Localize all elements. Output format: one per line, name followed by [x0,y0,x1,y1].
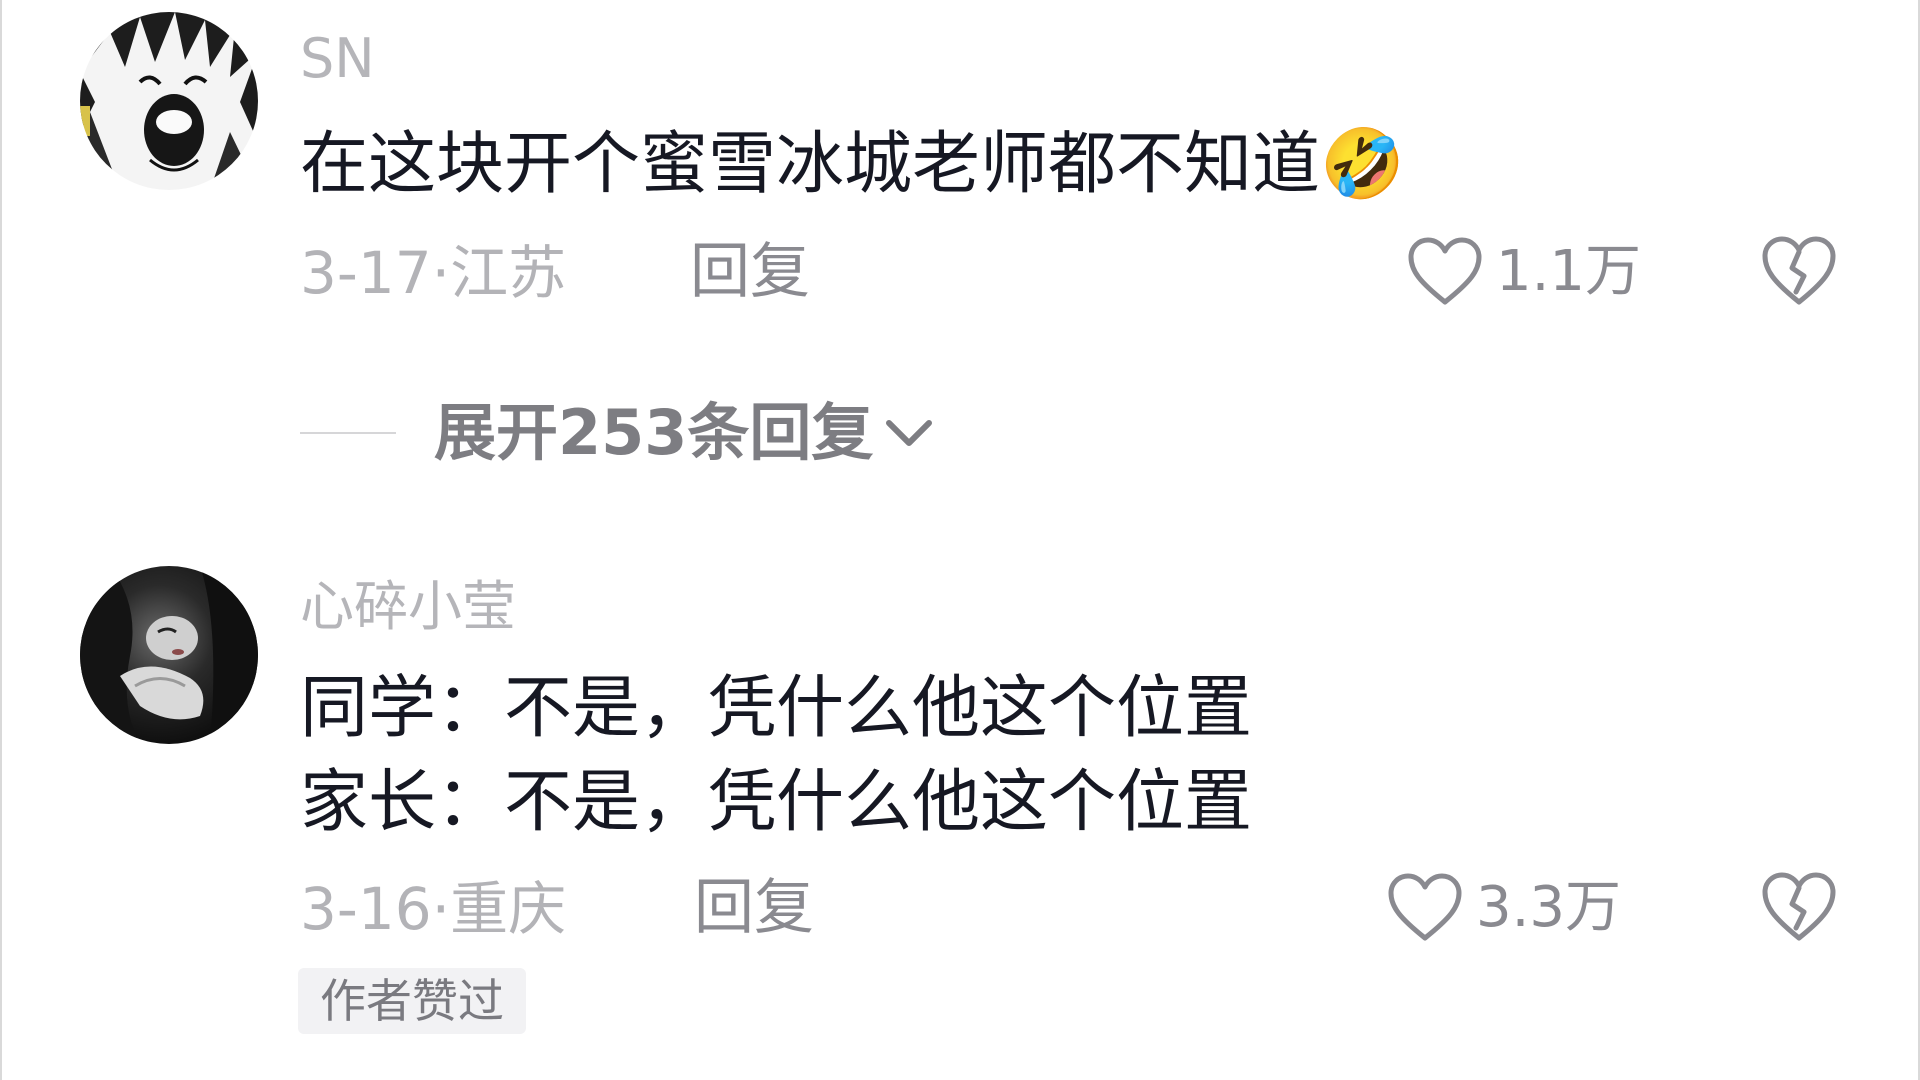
heart-icon [1388,873,1462,941]
comment-meta: 3-16·重庆 [300,880,566,938]
comment-text-line: 同学：不是，凭什么他这个位置 [300,669,1253,748]
comment-username[interactable]: 心碎小莹 [300,580,516,634]
reply-button[interactable]: 回复 [690,242,810,302]
comment-username[interactable]: SN [300,32,375,86]
comment-date: 3-17 [300,239,432,307]
meta-separator: · [431,239,451,307]
anime-screaming-avatar-icon [80,12,258,190]
comment-date: 3-16 [300,875,432,943]
comment-text-line: 家长：不是，凭什么他这个位置 [300,763,1253,842]
like-count: 3.3万 [1476,875,1622,940]
comment-meta: 3-17·江苏 [300,244,566,302]
reply-button[interactable]: 回复 [694,878,814,938]
broken-heart-icon [1762,872,1836,941]
expand-replies-label: 展开253条回复 [434,396,874,469]
like-button[interactable]: 3.3万 [1386,872,1621,944]
comments-panel: SN 在这块开个蜜雪冰城老师都不知道🤣 3-17·江苏 回复 1.1万 展开25… [0,0,1920,1080]
expand-replies-button[interactable]: 展开253条回复 [300,402,935,464]
comment-location: 江苏 [450,239,567,307]
meta-separator: · [431,875,451,943]
comment-text: 同学：不是，凭什么他这个位置 家长：不是，凭什么他这个位置 [300,662,1252,850]
chevron-down-icon [886,420,933,446]
like-button[interactable]: 1.1万 [1406,236,1641,308]
dislike-button[interactable] [1760,868,1838,946]
expand-divider [300,432,396,434]
heart-icon [1408,237,1482,305]
comment-text: 在这块开个蜜雪冰城老师都不知道🤣 [300,118,1405,212]
like-count: 1.1万 [1496,239,1642,304]
broken-heart-icon [1762,236,1836,305]
user-avatar[interactable] [80,566,258,744]
dark-photo-avatar-icon [80,566,258,744]
comment-location: 重庆 [450,875,567,943]
user-avatar[interactable] [80,12,258,190]
dislike-button[interactable] [1760,232,1838,310]
comment-text-line: 在这块开个蜜雪冰城老师都不知道🤣 [300,125,1405,204]
author-liked-badge: 作者赞过 [298,968,526,1034]
